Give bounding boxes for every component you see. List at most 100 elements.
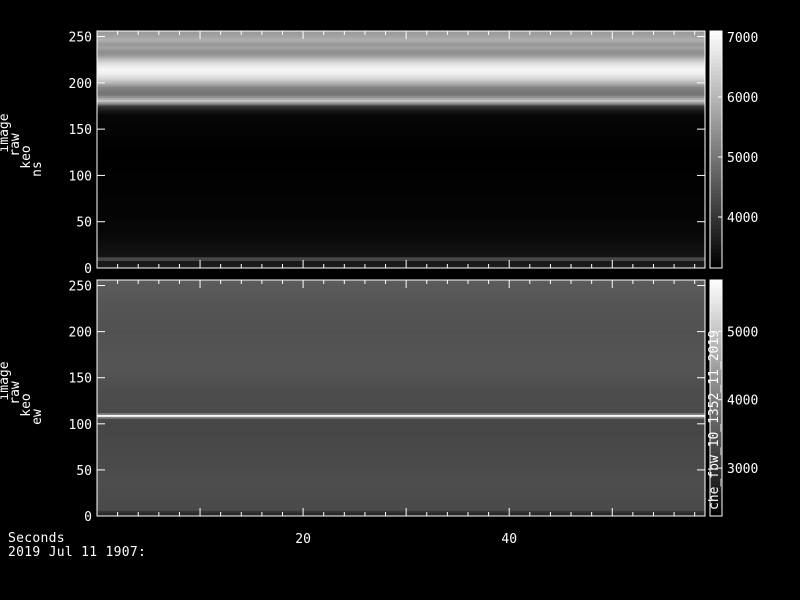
colorbar-segment [710, 46, 722, 52]
colorbar-segment [710, 157, 722, 162]
colorbar-segment [710, 137, 722, 143]
colorbar-segment [710, 240, 722, 245]
colorbar-segment [710, 307, 722, 312]
colorbar-segment [710, 58, 722, 64]
keogram-panel-2: 05010015020025020 40imagerawkeoew30004000… [0, 279, 758, 547]
colorbar-segment [710, 161, 722, 166]
colorbar-segment [710, 110, 722, 115]
colorbar-segment [710, 169, 722, 174]
colorbar-segment [710, 252, 722, 257]
keogram-figure: 050100150200250imagerawkeons400050006000… [0, 30, 758, 547]
heatmap-rows [97, 280, 705, 517]
colorbar-segment [710, 62, 722, 68]
y-tick-label: 100 [69, 418, 92, 433]
colorbar-segment [710, 78, 722, 83]
colorbar-segment [710, 165, 722, 170]
colorbar-tick-label: 5000 [727, 151, 758, 166]
colorbar-segment [710, 280, 722, 285]
colorbar-segment [710, 303, 722, 309]
colorbar-segment [710, 295, 722, 301]
y-tick-label: 200 [69, 326, 92, 341]
colorbar-segment [710, 125, 722, 131]
colorbar-segment [710, 200, 722, 206]
colorbar-tick-label: 4000 [727, 211, 758, 226]
colorbar-segment [710, 31, 722, 36]
colorbar-segment [710, 121, 722, 127]
colorbar-segment [710, 113, 722, 119]
colorbar-tick-label: 7000 [727, 31, 758, 46]
colorbar-segment [710, 212, 722, 218]
colorbar-segment [710, 220, 722, 226]
y-tick-label: 100 [69, 169, 92, 184]
colorbar-segment [710, 228, 722, 233]
date-label: 2019 Jul 11 1907: [8, 545, 147, 560]
colorbar-annotation: che_fbw_10_1352_11_2019 [707, 330, 722, 510]
colorbar-segment [710, 196, 722, 202]
colorbar-segment [710, 311, 722, 316]
y-tick-label: 150 [69, 372, 92, 387]
colorbar: 3000 4000 5000 che_fbw_10_1352_11_2019 [707, 279, 758, 517]
colorbar-segment [710, 90, 722, 95]
colorbar-segment [710, 141, 722, 147]
y-tick-label: 0 [84, 262, 92, 277]
y-tick-label: 150 [69, 123, 92, 138]
colorbar-segment [710, 145, 722, 150]
colorbar-segment [710, 189, 722, 194]
colorbar-segment [710, 319, 722, 324]
keogram-panel-1: 050100150200250imagerawkeons400050006000… [0, 30, 758, 277]
heatmap-rows [97, 31, 705, 269]
colorbar-segment [710, 173, 722, 178]
colorbar-segment [710, 291, 722, 297]
colorbar-tick-label: 6000 [727, 91, 758, 106]
x-tick-label: 40 [501, 532, 517, 547]
colorbar-tick-label: 3000 [727, 462, 758, 477]
colorbar-segment [710, 299, 722, 305]
colorbar-segment [710, 323, 722, 328]
colorbar-segment [710, 260, 722, 265]
colorbar-segment [710, 315, 722, 320]
colorbar-segment [710, 248, 722, 253]
y-tick-label: 0 [84, 510, 92, 525]
colorbar-segment [710, 50, 722, 56]
colorbar-segment [710, 244, 722, 249]
colorbar-segment [710, 42, 722, 48]
x-axis-title: Seconds [8, 531, 65, 546]
colorbar-segment [710, 38, 722, 44]
colorbar-segment [710, 287, 722, 293]
colorbar-segment [710, 74, 722, 79]
colorbar-segment [710, 54, 722, 60]
colorbar-segment [710, 185, 722, 190]
colorbar-segment [710, 98, 722, 103]
colorbar-tick-label: 4000 [727, 394, 758, 409]
y-tick-label: 50 [76, 464, 92, 479]
y-tick-label: 50 [76, 216, 92, 231]
colorbar-segment [710, 192, 722, 198]
y-tick-label: 200 [69, 77, 92, 92]
colorbar-segment [710, 106, 722, 111]
colorbar-segment [710, 283, 722, 289]
colorbar-segment [710, 181, 722, 186]
y-tick-label: 250 [69, 280, 92, 295]
colorbar-segment [710, 236, 722, 241]
x-tick-label: 20 [295, 532, 311, 547]
colorbar-segment [710, 102, 722, 107]
colorbar-segment [710, 224, 722, 229]
colorbar-segment [710, 82, 722, 87]
colorbar-segment [710, 94, 722, 99]
colorbar-segment [710, 66, 722, 71]
colorbar-segment [710, 208, 722, 214]
y-tick-label: 250 [69, 31, 92, 46]
colorbar-segment [710, 129, 722, 135]
colorbar-segment [710, 117, 722, 123]
colorbar-segment [710, 177, 722, 182]
colorbar-segment [710, 70, 722, 75]
colorbar-segment [710, 133, 722, 139]
colorbar-segment [710, 86, 722, 91]
colorbar-segment [710, 256, 722, 261]
y-axis-label-line: ew [30, 409, 45, 425]
y-axis-label-line: ns [30, 161, 45, 177]
colorbar-segment [710, 149, 722, 154]
colorbar-segment [710, 232, 722, 237]
colorbar-segment [710, 204, 722, 210]
colorbar: 4000 5000 6000 7000 [709, 30, 758, 269]
